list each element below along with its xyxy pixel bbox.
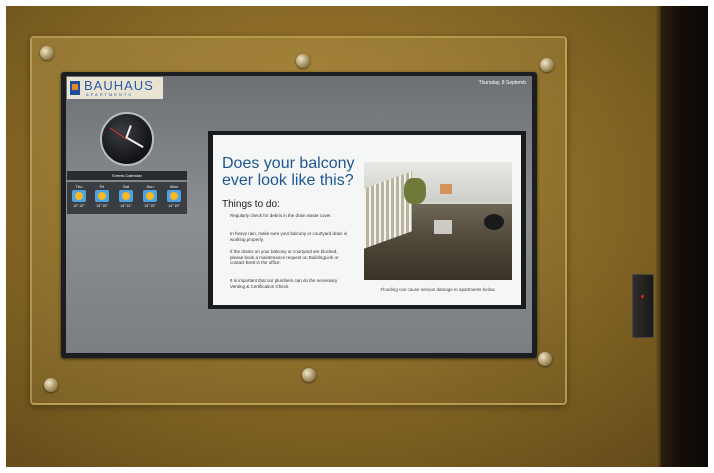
weather-temp: 12° 22° (73, 204, 85, 208)
weather-day-label: Sun (146, 184, 154, 189)
sun-icon (143, 190, 157, 202)
clock-second-hand (110, 127, 127, 140)
weather-day-label: Thu (75, 184, 83, 189)
weather-day-label: Mon (170, 184, 178, 189)
card-reader[interactable] (632, 274, 654, 338)
brand-logo: BAUHAUS APARTMENTS (67, 77, 163, 99)
photo-reflection (434, 220, 452, 234)
photo-plant (404, 178, 426, 204)
sun-icon (95, 190, 109, 202)
weather-day: Sun 13° 22° (140, 184, 160, 212)
standoff-bottom-center (302, 368, 316, 382)
photo-chair (440, 184, 452, 194)
brand-name: BAUHAUS (84, 78, 154, 93)
sun-icon (167, 190, 181, 202)
weather-temp: 14° 21° (120, 204, 132, 208)
standoff-top-center (296, 54, 310, 68)
todo-item: Regularly check for debris in the drain … (230, 213, 332, 218)
todo-title: Things to do: (222, 199, 280, 210)
weather-day: Sat 14° 21° (116, 184, 136, 212)
todo-item: In heavy rain, make sure your balcony or… (230, 231, 348, 242)
standoff-top-left (40, 46, 54, 60)
weather-day: Mon 14° 19° (164, 184, 184, 212)
clock-icon (100, 112, 154, 166)
weather-day: Fri 13° 23° (92, 184, 112, 212)
photo: BAUHAUS APARTMENTS Thursday, 8 Septemb E… (6, 6, 708, 467)
weather-strip: Thu 12° 22° Fri 13° 23° Sat 14° 21° Sun … (67, 182, 187, 214)
weather-day: Thu 12° 22° (69, 184, 89, 212)
notice-content: Does your balcony ever look like this? T… (213, 135, 521, 305)
clock-minute-hand (127, 137, 144, 148)
events-calendar-label: Events Calendar (67, 171, 187, 180)
standoff-bottom-left (44, 378, 58, 392)
sun-icon (72, 190, 86, 202)
weather-temp: 13° 23° (96, 204, 108, 208)
weather-day-label: Sat (122, 184, 129, 189)
tv-screen: BAUHAUS APARTMENTS Thursday, 8 Septemb E… (66, 76, 532, 353)
todo-item: It is important that our plumbers can do… (230, 278, 338, 289)
standoff-bottom-right (538, 352, 552, 366)
reader-led-icon (641, 295, 644, 298)
sun-icon (119, 190, 133, 202)
weather-temp: 13° 22° (144, 204, 156, 208)
logo-mark-icon (70, 81, 80, 95)
weather-temp: 14° 19° (168, 204, 180, 208)
notice-headline: Does your balcony ever look like this? (222, 155, 355, 189)
photo-grill (484, 214, 504, 230)
door-frame (661, 6, 708, 467)
date-label: Thursday, 8 Septemb (478, 80, 526, 86)
photo-caption: Flooding can cause serious damage to apa… (380, 287, 496, 292)
flooded-balcony-photo (364, 162, 512, 280)
brand-sub: APARTMENTS (86, 92, 133, 97)
notice-panel: Does your balcony ever look like this? T… (208, 131, 526, 309)
todo-item: If the drains on your balcony or courtya… (230, 249, 339, 265)
standoff-top-right (540, 58, 554, 72)
weather-day-label: Fri (99, 184, 105, 189)
